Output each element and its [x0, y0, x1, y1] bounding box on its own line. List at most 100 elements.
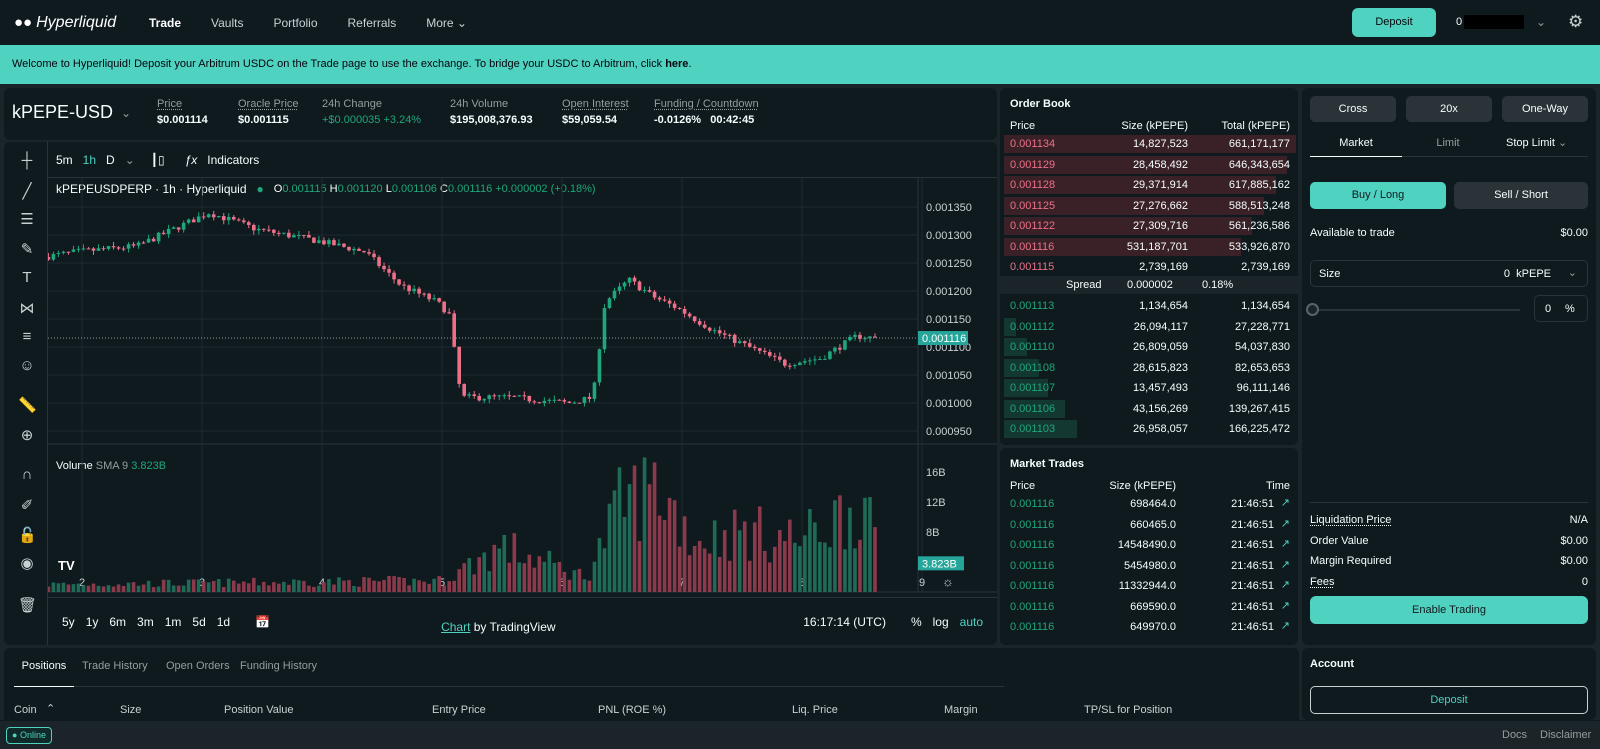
external-link-icon[interactable]: ↗ — [1281, 599, 1290, 612]
bid-row[interactable]: 0.001103 26,958,057 166,225,472 — [1004, 419, 1296, 439]
tab-positions[interactable]: Positions — [14, 648, 74, 687]
cross-margin-button[interactable]: Cross — [1310, 96, 1396, 122]
range-1d[interactable]: 1d — [217, 615, 230, 629]
tradingview-link[interactable]: Chart — [441, 620, 470, 634]
bid-row[interactable]: 0.001110 26,809,059 54,037,830 — [1004, 337, 1296, 357]
interval-d[interactable]: D — [106, 153, 115, 167]
ruler-icon[interactable]: 📏 — [18, 396, 37, 414]
tab-open-orders[interactable]: Open Orders — [166, 660, 230, 672]
external-link-icon[interactable]: ↗ — [1281, 619, 1290, 632]
indicators-button[interactable]: Indicators — [207, 153, 259, 167]
chevron-down-icon[interactable]: ⌄ — [125, 153, 135, 167]
external-link-icon[interactable]: ↗ — [1281, 496, 1290, 509]
gear-icon[interactable]: ⚙ — [1568, 12, 1583, 32]
ask-row[interactable]: 0.001125 27,276,662 588,513,248 — [1004, 196, 1296, 216]
tab-limit[interactable]: Limit — [1402, 132, 1494, 154]
interval-1h[interactable]: 1h — [83, 153, 96, 167]
column-header[interactable]: Position Value — [224, 704, 294, 716]
fib-icon[interactable]: ☰ — [18, 210, 36, 228]
bid-row[interactable]: 0.001112 26,094,117 27,228,771 — [1004, 317, 1296, 337]
nav-trade[interactable]: Trade — [134, 16, 196, 30]
bid-row[interactable]: 0.001106 43,156,269 139,267,415 — [1004, 399, 1296, 419]
nav-referrals[interactable]: Referrals — [333, 16, 412, 30]
external-link-icon[interactable]: ↗ — [1281, 537, 1290, 550]
zoom-in-icon[interactable]: ⊕ — [18, 426, 36, 444]
size-input[interactable]: Size 0 kPEPE ⌄ — [1310, 260, 1588, 287]
eye-icon[interactable]: ◉ — [18, 554, 36, 572]
tradingview-logo[interactable]: TV — [58, 558, 75, 573]
external-link-icon[interactable]: ↗ — [1281, 578, 1290, 591]
liquidation-label[interactable]: Liquidation Price — [1310, 514, 1391, 526]
banner-link[interactable]: here — [665, 58, 688, 70]
slider-thumb[interactable] — [1306, 303, 1319, 316]
ask-row[interactable]: 0.001115 2,739,169 2,739,169 — [1004, 257, 1296, 277]
nav-vaults[interactable]: Vaults — [196, 16, 258, 30]
scale-percent[interactable]: % — [911, 615, 922, 629]
scale-auto[interactable]: auto — [960, 615, 983, 629]
trendline-icon[interactable]: ╱ — [18, 182, 36, 200]
lock-drawing-icon[interactable]: ✐ — [18, 496, 36, 514]
size-slider[interactable] — [1312, 309, 1520, 311]
market-selector[interactable]: kPEPE-USD ⌄ — [12, 102, 131, 123]
size-unit[interactable]: kPEPE — [1516, 268, 1551, 280]
column-header[interactable]: PNL (ROE %) — [598, 704, 666, 716]
account-deposit-button[interactable]: Deposit — [1310, 686, 1588, 714]
range-1m[interactable]: 1m — [165, 615, 182, 629]
ask-row[interactable]: 0.001116 531,187,701 533,926,870 — [1004, 237, 1296, 257]
range-3m[interactable]: 3m — [137, 615, 154, 629]
column-header[interactable]: Liq. Price — [792, 704, 838, 716]
range-5y[interactable]: 5y — [62, 615, 75, 629]
tab-stop-limit[interactable]: Stop Limit ⌄ — [1506, 132, 1588, 154]
external-link-icon[interactable]: ↗ — [1281, 558, 1290, 571]
crosshair-icon[interactable]: ┼ — [18, 152, 36, 170]
percent-input[interactable]: 0% — [1534, 295, 1588, 322]
range-6m[interactable]: 6m — [109, 615, 126, 629]
account-menu[interactable]: 0 ⌄ — [1456, 14, 1546, 30]
pattern-icon[interactable]: ⋈ — [18, 299, 36, 317]
ask-row[interactable]: 0.001122 27,309,716 561,236,586 — [1004, 216, 1296, 236]
column-header[interactable]: Entry Price — [432, 704, 486, 716]
leverage-button[interactable]: 20x — [1406, 96, 1492, 122]
price-chart[interactable]: 0.001350 0.001300 0.001250 0.001200 0.001150… — [48, 178, 997, 598]
bid-row[interactable]: 0.001107 13,457,493 96,111,146 — [1004, 378, 1296, 398]
ask-row[interactable]: 0.001129 28,458,492 646,343,654 — [1004, 155, 1296, 175]
goto-date-icon[interactable]: 📅 — [255, 615, 270, 629]
ask-row[interactable]: 0.001128 29,371,914 617,885,162 — [1004, 175, 1296, 195]
position-mode-button[interactable]: One-Way — [1502, 96, 1588, 122]
fees-label[interactable]: Fees — [1310, 576, 1334, 588]
column-header[interactable]: TP/SL for Position — [1084, 704, 1172, 716]
emoji-icon[interactable]: ☺ — [18, 357, 36, 375]
chart-settings-icon[interactable]: ☼ — [942, 574, 954, 589]
text-icon[interactable]: T — [18, 269, 36, 287]
nav-more[interactable]: More ⌄ — [411, 16, 482, 30]
brush-icon[interactable]: ✎ — [18, 240, 36, 258]
sell-short-button[interactable]: Sell / Short — [1454, 182, 1588, 209]
enable-trading-button[interactable]: Enable Trading — [1310, 596, 1588, 624]
range-1y[interactable]: 1y — [86, 615, 99, 629]
interval-5m[interactable]: 5m — [56, 153, 73, 167]
candle-type-icon[interactable]: ┃▯ — [151, 153, 165, 167]
external-link-icon[interactable]: ↗ — [1281, 517, 1290, 530]
ask-row[interactable]: 0.001134 14,827,523 661,171,177 — [1004, 134, 1296, 154]
sort-asc-icon[interactable]: ⌃ — [46, 702, 55, 715]
deposit-button[interactable]: Deposit — [1352, 8, 1436, 37]
brand-logo[interactable]: ●● Hyperliquid — [14, 14, 134, 32]
tab-funding-history[interactable]: Funding History — [240, 660, 317, 672]
scale-log[interactable]: log — [933, 615, 949, 629]
range-5d[interactable]: 5d — [192, 615, 205, 629]
bid-row[interactable]: 0.001113 1,134,654 1,134,654 — [1004, 296, 1296, 316]
column-header[interactable]: Margin — [944, 704, 978, 716]
disclaimer-link[interactable]: Disclaimer — [1540, 729, 1591, 741]
nav-portfolio[interactable]: Portfolio — [258, 16, 332, 30]
trash-icon[interactable]: 🗑 — [18, 596, 37, 614]
tab-market[interactable]: Market — [1310, 132, 1402, 157]
column-header[interactable]: Coin — [14, 704, 37, 716]
magnet-icon[interactable]: ∩ — [18, 466, 36, 484]
bid-row[interactable]: 0.001108 28,615,823 82,653,653 — [1004, 358, 1296, 378]
tab-trade-history[interactable]: Trade History — [82, 660, 148, 672]
column-header[interactable]: Size — [120, 704, 141, 716]
forecast-icon[interactable]: ≡ — [18, 328, 36, 346]
buy-long-button[interactable]: Buy / Long — [1310, 182, 1446, 209]
lock-icon[interactable]: 🔓 — [18, 526, 37, 544]
docs-link[interactable]: Docs — [1502, 729, 1527, 741]
